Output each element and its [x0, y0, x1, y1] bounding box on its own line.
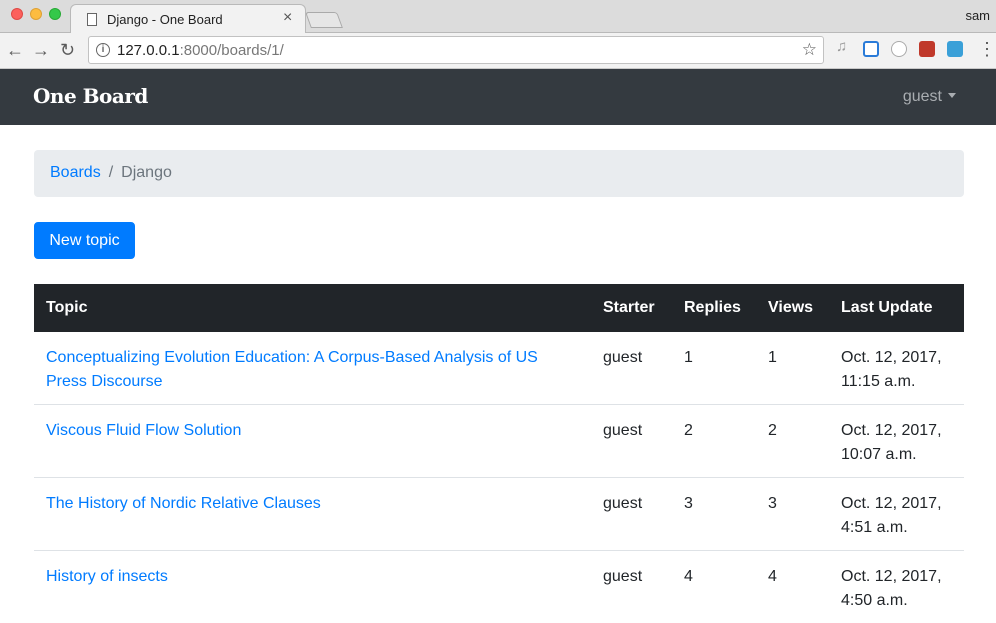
bookmark-star-icon[interactable]: ☆ — [802, 40, 817, 60]
replies-cell: 2 — [672, 405, 756, 478]
menu-dots-icon[interactable]: ⋮ — [978, 39, 996, 59]
topic-cell: History of insects — [34, 551, 591, 623]
back-arrow-icon[interactable]: ← — [6, 39, 24, 61]
browser-tab-strip: Django - One Board × sam — [0, 0, 996, 33]
red-extension-icon[interactable] — [919, 41, 935, 57]
browser-toolbar: ← → ↻ i 127.0.0.1:8000/boards/1/ ☆ ♫ ⋮ — [0, 33, 996, 69]
profile-name[interactable]: sam — [965, 8, 990, 23]
breadcrumb: Boards/Django — [34, 150, 964, 197]
brand-logo[interactable]: One Board — [33, 84, 148, 108]
views-cell: 2 — [756, 405, 829, 478]
views-cell: 4 — [756, 551, 829, 623]
page-icon — [87, 13, 97, 26]
tab-close-icon[interactable]: × — [283, 10, 292, 26]
starter-cell: guest — [591, 551, 672, 623]
browser-tab[interactable]: Django - One Board × — [70, 4, 306, 34]
table-row: Conceptualizing Evolution Education: A C… — [34, 332, 964, 405]
table-header-row: Topic Starter Replies Views Last Update — [34, 284, 964, 332]
breadcrumb-boards-link[interactable]: Boards — [50, 164, 101, 181]
last-update-cell: Oct. 12, 2017, 4:50 a.m. — [829, 551, 964, 623]
replies-cell: 3 — [672, 478, 756, 551]
caret-down-icon — [948, 93, 956, 98]
user-dropdown[interactable]: guest — [903, 88, 956, 106]
music-extension-icon[interactable]: ♫ — [836, 38, 852, 54]
minimize-window-button[interactable] — [30, 8, 42, 20]
header-last-update: Last Update — [829, 284, 964, 332]
starter-cell: guest — [591, 332, 672, 405]
table-row: The History of Nordic Relative Clauses g… — [34, 478, 964, 551]
starter-cell: guest — [591, 478, 672, 551]
header-topic: Topic — [34, 284, 591, 332]
url-path: :8000/boards/1/ — [180, 42, 284, 59]
new-topic-button[interactable]: New topic — [34, 222, 135, 259]
breadcrumb-current: Django — [121, 164, 172, 181]
views-cell: 3 — [756, 478, 829, 551]
circle-extension-icon[interactable] — [891, 41, 907, 57]
topic-link[interactable]: Conceptualizing Evolution Education: A C… — [46, 349, 538, 390]
topics-table: Topic Starter Replies Views Last Update … — [34, 284, 964, 623]
close-window-button[interactable] — [11, 8, 23, 20]
topic-cell: The History of Nordic Relative Clauses — [34, 478, 591, 551]
last-update-cell: Oct. 12, 2017, 11:15 a.m. — [829, 332, 964, 405]
maximize-window-button[interactable] — [49, 8, 61, 20]
address-bar[interactable]: i 127.0.0.1:8000/boards/1/ ☆ — [88, 36, 824, 64]
topic-link[interactable]: The History of Nordic Relative Clauses — [46, 495, 321, 512]
topic-cell: Viscous Fluid Flow Solution — [34, 405, 591, 478]
reload-icon[interactable]: ↻ — [60, 39, 75, 61]
header-starter: Starter — [591, 284, 672, 332]
last-update-cell: Oct. 12, 2017, 10:07 a.m. — [829, 405, 964, 478]
replies-cell: 1 — [672, 332, 756, 405]
new-tab-button[interactable] — [305, 12, 343, 28]
header-replies: Replies — [672, 284, 756, 332]
site-navbar: One Board guest — [0, 69, 996, 125]
last-update-cell: Oct. 12, 2017, 4:51 a.m. — [829, 478, 964, 551]
screenshot-extension-icon[interactable] — [863, 41, 879, 57]
topic-cell: Conceptualizing Evolution Education: A C… — [34, 332, 591, 405]
table-row: History of insects guest 4 4 Oct. 12, 20… — [34, 551, 964, 623]
topic-link[interactable]: History of insects — [46, 568, 168, 585]
url-text[interactable]: 127.0.0.1:8000/boards/1/ — [117, 42, 284, 59]
header-views: Views — [756, 284, 829, 332]
breadcrumb-separator: / — [101, 164, 121, 181]
topic-link[interactable]: Viscous Fluid Flow Solution — [46, 422, 241, 439]
user-name: guest — [903, 88, 942, 105]
forward-arrow-icon[interactable]: → — [32, 39, 50, 61]
reader-extension-icon[interactable] — [947, 41, 963, 57]
url-host: 127.0.0.1 — [117, 42, 180, 59]
replies-cell: 4 — [672, 551, 756, 623]
info-icon[interactable]: i — [96, 43, 110, 57]
tab-title: Django - One Board — [107, 12, 223, 27]
views-cell: 1 — [756, 332, 829, 405]
starter-cell: guest — [591, 405, 672, 478]
table-row: Viscous Fluid Flow Solution guest 2 2 Oc… — [34, 405, 964, 478]
